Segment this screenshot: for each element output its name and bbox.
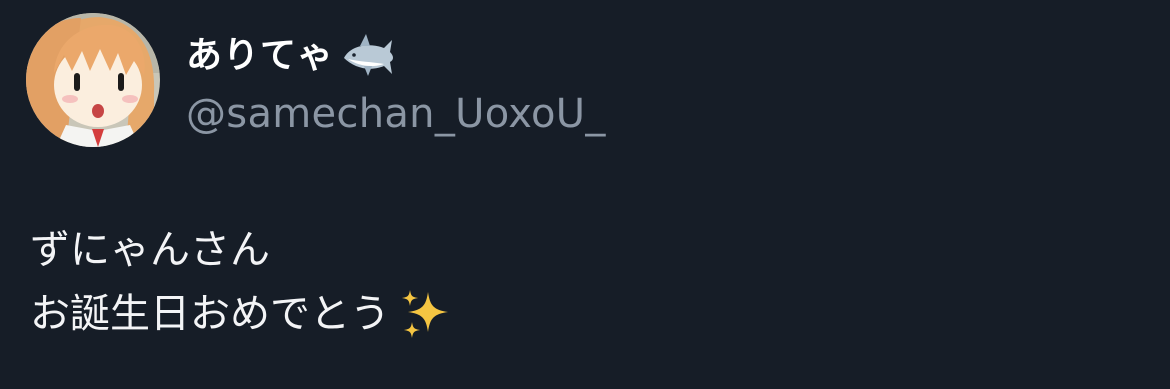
tweet-text-line: お誕生日おめでとう — [30, 282, 1130, 346]
avatar[interactable] — [26, 12, 160, 147]
user-handle[interactable]: @samechan_UoxoU_ — [186, 94, 606, 134]
sparkles-icon — [398, 286, 454, 342]
tweet-text-line-1: ずにゃんさん — [30, 227, 270, 273]
shark-icon — [340, 28, 396, 84]
tweet-text: ずにゃんさん お誕生日おめでとう — [30, 218, 1130, 346]
tweet-header: ありてゃ @samechan_UoxoU_ — [26, 12, 606, 147]
tweet-text-line: ずにゃんさん — [30, 218, 1130, 282]
display-name-row: ありてゃ — [186, 26, 606, 86]
author-info: ありてゃ @samechan_UoxoU_ — [186, 13, 606, 147]
tweet-text-line-2: お誕生日おめでとう — [30, 291, 390, 337]
anime-girl-avatar-icon — [26, 12, 160, 147]
display-name[interactable]: ありてゃ — [186, 37, 334, 74]
tweet-card: ありてゃ @samechan_UoxoU_ ずにゃんさん お誕生日おめでとう — [0, 0, 1170, 389]
